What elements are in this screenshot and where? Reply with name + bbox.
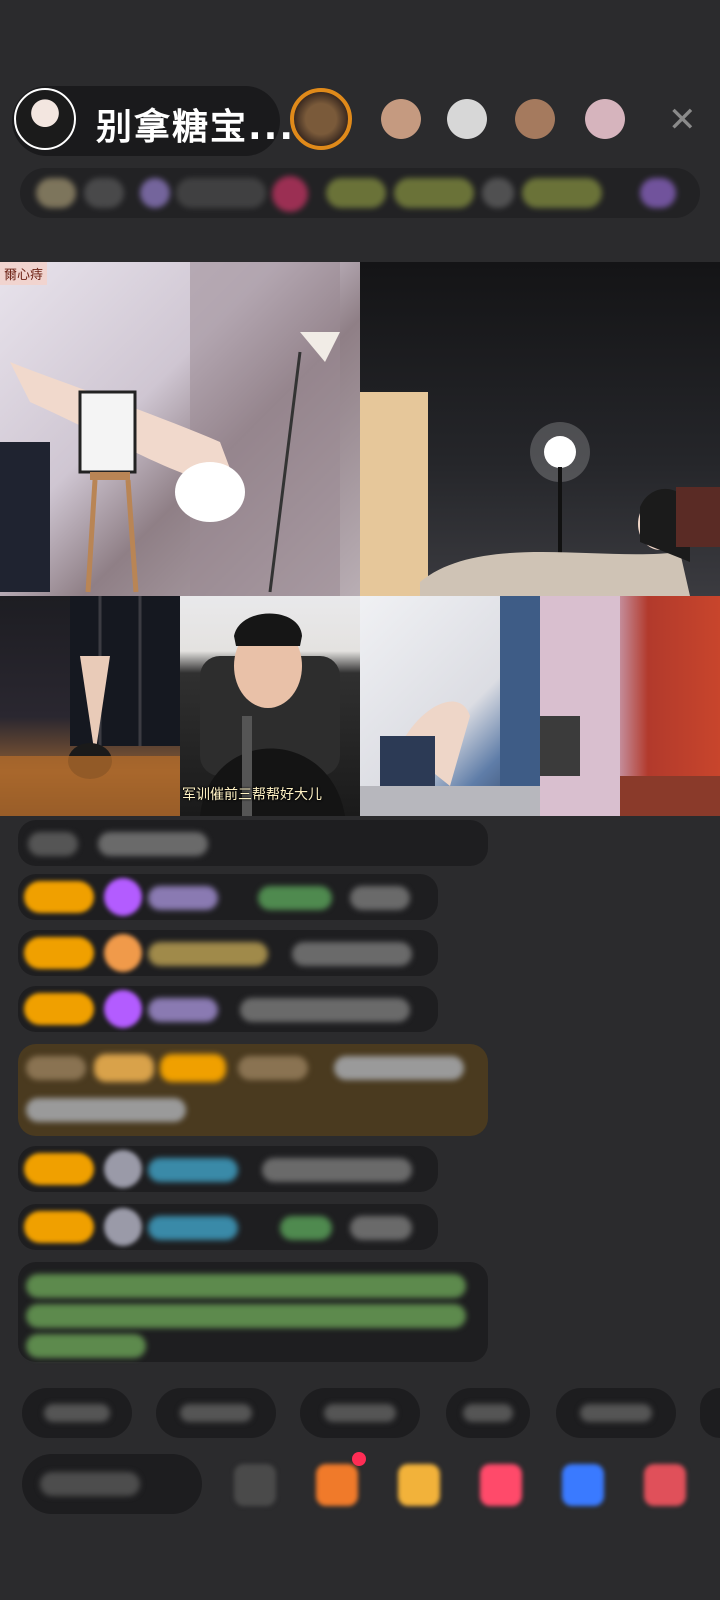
badge-text (482, 178, 514, 208)
guest-video-tile[interactable] (0, 262, 360, 596)
fan-badge-icon (104, 878, 142, 916)
performer-silhouette (360, 392, 720, 596)
quick-reply-chip[interactable] (22, 1388, 132, 1438)
heart-icon[interactable] (480, 1464, 522, 1506)
level-badge (24, 881, 94, 913)
more-icon[interactable] (644, 1464, 686, 1506)
fan-badge-icon (104, 1208, 142, 1246)
chat-username (148, 1158, 238, 1182)
quick-reply-chip[interactable] (300, 1388, 420, 1438)
chat-text (350, 886, 410, 910)
chat-text (238, 1056, 308, 1080)
fan-badge-icon (104, 1150, 142, 1188)
chat-text (26, 1098, 186, 1122)
level-badge (24, 937, 94, 969)
chat-text (26, 1056, 86, 1080)
chat-username (148, 886, 218, 910)
stream-corner-tag: 爾心痔 (0, 262, 48, 285)
top-viewer-avatar[interactable] (370, 88, 432, 150)
badge-text (326, 178, 386, 208)
chip-label (180, 1404, 252, 1422)
gift-icon[interactable] (316, 1464, 358, 1506)
red-packet-icon[interactable] (398, 1464, 440, 1506)
close-icon[interactable]: ✕ (668, 100, 697, 140)
chat-message[interactable] (18, 820, 488, 866)
badge-icon (640, 178, 676, 208)
badge-text (394, 178, 474, 208)
emoji-icon[interactable] (234, 1464, 276, 1506)
guest-video-tile[interactable] (360, 596, 540, 816)
performer-silhouette (200, 613, 345, 816)
chip-label (462, 1404, 514, 1422)
chat-badge (94, 1054, 154, 1082)
badge-icon (36, 178, 76, 208)
badge-text (84, 178, 124, 208)
top-viewer-avatar[interactable] (290, 88, 352, 150)
guest-video-tile[interactable] (540, 596, 720, 816)
chat-text (334, 1056, 464, 1080)
top-viewer-avatar[interactable] (504, 88, 566, 150)
quick-reply-chip[interactable] (700, 1388, 720, 1438)
top-viewer-avatar[interactable] (574, 88, 636, 150)
system-text (26, 1334, 146, 1358)
chat-username (148, 942, 268, 966)
quick-reply-chip[interactable] (556, 1388, 676, 1438)
guest-video-tile[interactable] (180, 596, 360, 816)
chat-username (148, 1216, 238, 1240)
performer-silhouette (0, 596, 180, 816)
chat-text (280, 1216, 332, 1240)
guest-video-tile[interactable] (360, 262, 720, 596)
chat-username (148, 998, 218, 1022)
chat-text (240, 998, 410, 1022)
level-badge (24, 993, 94, 1025)
badge-icon (272, 176, 308, 212)
performer-silhouette (360, 596, 540, 816)
system-text (26, 1274, 466, 1298)
performer-silhouette (0, 262, 340, 596)
chat-text (350, 1216, 412, 1240)
fan-badge-icon (104, 990, 142, 1028)
badge-text (176, 178, 266, 208)
level-badge (24, 1153, 94, 1185)
host-name[interactable]: 别拿糖宝... (96, 98, 295, 150)
chat-text (262, 1158, 412, 1182)
level-badge (24, 1211, 94, 1243)
quick-reply-chip[interactable] (446, 1388, 530, 1438)
top-viewer-avatar[interactable] (436, 88, 498, 150)
chat-text (258, 886, 332, 910)
notification-dot (352, 1452, 366, 1466)
fan-badge-icon (104, 934, 142, 972)
quick-reply-chip[interactable] (156, 1388, 276, 1438)
badge-icon (140, 178, 170, 208)
chip-label (44, 1404, 110, 1422)
guest-video-tile[interactable] (0, 596, 180, 816)
stream-subtitle: 军训催前三帮帮好大儿 (182, 787, 322, 803)
chat-text (28, 832, 78, 856)
chat-text (292, 942, 412, 966)
host-avatar[interactable] (14, 88, 76, 150)
comment-input-placeholder (40, 1472, 140, 1496)
chat-text (98, 832, 208, 856)
system-text (26, 1304, 466, 1328)
chat-badge (160, 1054, 226, 1082)
share-icon[interactable] (562, 1464, 604, 1506)
badge-text (522, 178, 602, 208)
chip-label (324, 1404, 396, 1422)
performer-silhouette (540, 596, 720, 816)
chip-label (580, 1404, 652, 1422)
